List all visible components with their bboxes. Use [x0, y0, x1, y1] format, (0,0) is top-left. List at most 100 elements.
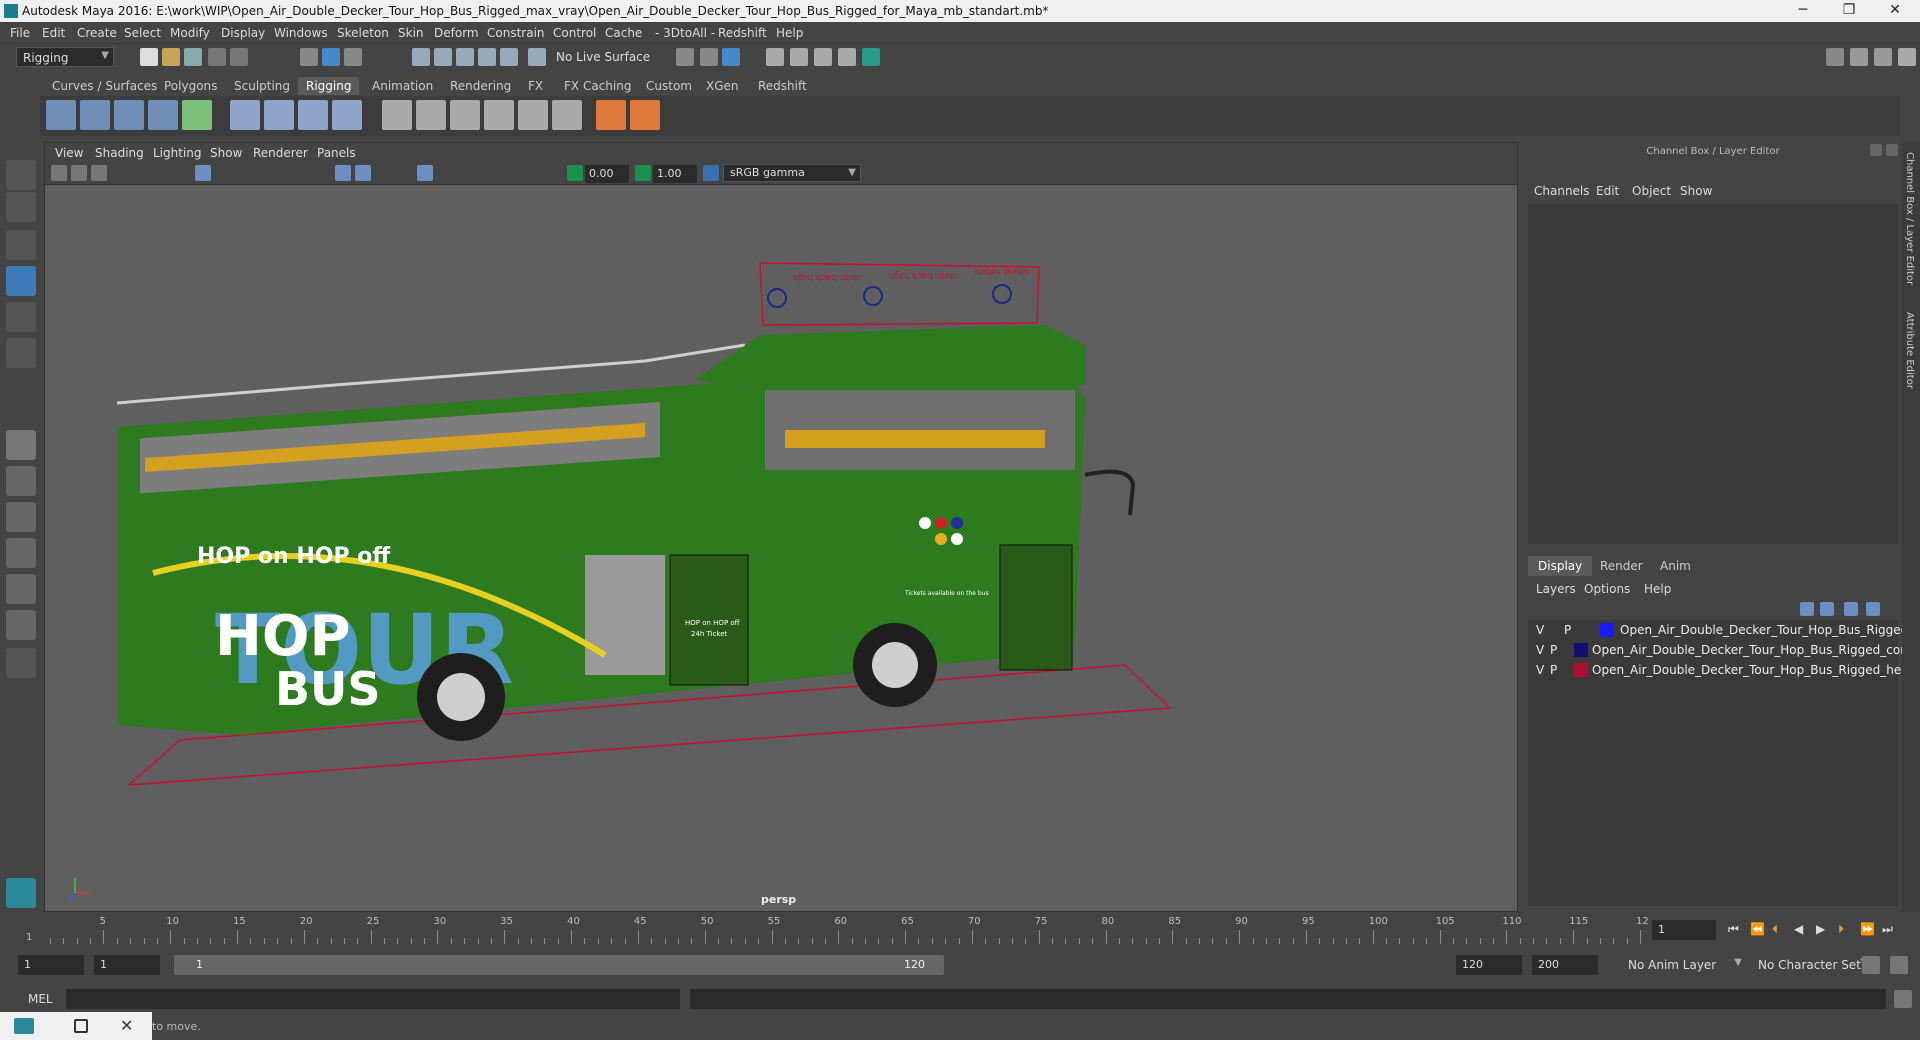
new-empty-layer-icon[interactable] [1844, 602, 1858, 616]
tab-redshift[interactable]: Redshift [750, 77, 815, 95]
undo-icon[interactable] [208, 48, 226, 66]
tab-fx-caching[interactable]: FX Caching [556, 77, 639, 95]
tool-settings-toggle-icon[interactable] [1874, 48, 1892, 66]
script-editor-icon[interactable] [1894, 990, 1912, 1008]
options-menu[interactable]: Options [1584, 582, 1630, 596]
menu-help[interactable]: Help [776, 26, 803, 40]
tab-anim[interactable]: Anim [1650, 556, 1701, 576]
animation-end-field[interactable]: 200 [1532, 955, 1598, 975]
viewport-menu-show[interactable]: Show [210, 146, 242, 160]
close-panel-icon[interactable] [1886, 144, 1898, 156]
playback-start-field[interactable]: 1 [94, 955, 160, 975]
tab-sculpting[interactable]: Sculpting [226, 77, 298, 95]
restore-window-icon[interactable] [74, 1019, 88, 1033]
select-by-object-icon[interactable] [322, 48, 340, 66]
menu-windows[interactable]: Windows [274, 26, 328, 40]
rotate-tool-icon[interactable] [6, 302, 36, 332]
play-forward-icon[interactable]: ▶ [1816, 922, 1825, 936]
layers-menu[interactable]: Layers [1536, 582, 1576, 596]
hypershade-layout-icon[interactable] [6, 574, 36, 604]
layer-visibility-toggle[interactable]: V [1536, 643, 1544, 657]
smooth-shade-icon[interactable] [355, 165, 371, 181]
move-layer-up-icon[interactable] [1800, 602, 1814, 616]
layer-visibility-toggle[interactable]: V [1536, 663, 1544, 677]
magnet-icon[interactable] [528, 48, 546, 66]
construction-history-icon[interactable] [722, 48, 740, 66]
snap-to-curve-icon[interactable] [434, 48, 452, 66]
ipr-render-icon[interactable] [814, 48, 832, 66]
play-backward-icon[interactable]: ◀ [1794, 922, 1803, 936]
float-panel-icon[interactable] [1870, 144, 1882, 156]
make-live-icon[interactable] [500, 48, 518, 66]
snap-to-point-icon[interactable] [456, 48, 474, 66]
textured-icon[interactable] [417, 165, 433, 181]
channel-box-area[interactable] [1528, 204, 1898, 544]
orient-constraint-icon[interactable] [484, 100, 514, 130]
menu-select[interactable]: Select [124, 26, 161, 40]
layer-name[interactable]: Open_Air_Double_Decker_Tour_Hop_Bus_Rigg… [1592, 643, 1920, 657]
step-back-frame-icon[interactable]: ⏴ [1772, 922, 1778, 937]
current-frame-field[interactable]: 1 [1652, 920, 1716, 940]
close-button[interactable]: ✕ [1872, 0, 1918, 22]
layer-playback-toggle[interactable]: P [1550, 643, 1557, 657]
wireframe-icon[interactable] [335, 165, 351, 181]
wheel-rotate-control[interactable] [992, 284, 1012, 304]
viewport-panel[interactable]: View Shading Lighting Show Renderer Pane… [44, 142, 1518, 912]
range-slider[interactable]: 1 120 [174, 955, 944, 975]
select-by-component-icon[interactable] [344, 48, 362, 66]
select-by-hierarchy-icon[interactable] [300, 48, 318, 66]
modeling-toolkit-icon[interactable] [1826, 48, 1844, 66]
menu-file[interactable]: File [10, 26, 30, 40]
new-layer-selected-icon[interactable] [1866, 602, 1880, 616]
tab-rendering[interactable]: Rendering [442, 77, 519, 95]
layer-color-swatch[interactable] [1574, 663, 1588, 677]
lasso-tool-icon[interactable] [6, 192, 36, 222]
menu-display[interactable]: Display [221, 26, 265, 40]
insert-joint-icon[interactable] [80, 100, 110, 130]
save-scene-icon[interactable] [184, 48, 202, 66]
minimize-button[interactable]: ─ [1780, 0, 1826, 22]
layer-playback-toggle[interactable]: P [1564, 623, 1571, 637]
menu-cache[interactable]: Cache [605, 26, 642, 40]
menu-skin[interactable]: Skin [398, 26, 424, 40]
tab-attribute-editor-vertical[interactable]: Attribute Editor [1904, 312, 1915, 389]
tab-custom[interactable]: Custom [638, 77, 700, 95]
maya-window-icon[interactable] [14, 1018, 34, 1034]
layer-name[interactable]: Open_Air_Double_Decker_Tour_Hop_Bus_Rigg… [1592, 663, 1920, 677]
uv-layout-icon[interactable] [6, 610, 36, 640]
paint-select-icon[interactable] [6, 230, 36, 260]
tab-curves-surfaces[interactable]: Curves / Surfaces [44, 77, 165, 95]
layer-row[interactable]: V P Open_Air_Double_Decker_Tour_Hop_Bus_… [1528, 620, 1908, 640]
tab-xgen[interactable]: XGen [698, 77, 747, 95]
step-forward-key-icon[interactable]: ⏩ [1860, 922, 1875, 936]
exposure-icon[interactable] [567, 165, 583, 181]
close-window-icon[interactable]: ✕ [120, 1016, 133, 1035]
channel-edit-menu[interactable]: Edit [1596, 184, 1619, 198]
render-current-frame-icon[interactable] [790, 48, 808, 66]
channel-object-menu[interactable]: Object [1632, 184, 1671, 198]
layer-color-swatch[interactable] [1574, 643, 1588, 657]
layer-help-menu[interactable]: Help [1644, 582, 1671, 596]
menu-redshift[interactable]: Redshift [718, 26, 767, 40]
move-tool-icon[interactable] [6, 266, 36, 296]
restore-button[interactable]: ❐ [1826, 0, 1872, 22]
menu-constrain[interactable]: Constrain [487, 26, 545, 40]
gamma-icon[interactable] [635, 165, 651, 181]
four-view-layout-icon[interactable] [6, 466, 36, 496]
auto-key-icon[interactable] [1862, 956, 1880, 974]
menu-deform[interactable]: Deform [434, 26, 479, 40]
new-scene-icon[interactable] [140, 48, 158, 66]
locator-icon[interactable] [596, 100, 626, 130]
go-to-end-icon[interactable]: ⏭ [1882, 922, 1893, 937]
menu-create[interactable]: Create [77, 26, 117, 40]
menu-edit[interactable]: Edit [42, 26, 65, 40]
render-view-icon[interactable] [766, 48, 784, 66]
viewport-menu-lighting[interactable]: Lighting [153, 146, 202, 160]
humanik-icon[interactable] [182, 100, 212, 130]
tab-rigging[interactable]: Rigging [298, 77, 360, 95]
exposure-field[interactable]: 0.00 [585, 165, 629, 183]
persp-graph-layout-icon[interactable] [6, 538, 36, 568]
viewport-menu-shading[interactable]: Shading [95, 146, 144, 160]
input-ops-icon[interactable] [676, 48, 694, 66]
create-joints-icon[interactable] [46, 100, 76, 130]
